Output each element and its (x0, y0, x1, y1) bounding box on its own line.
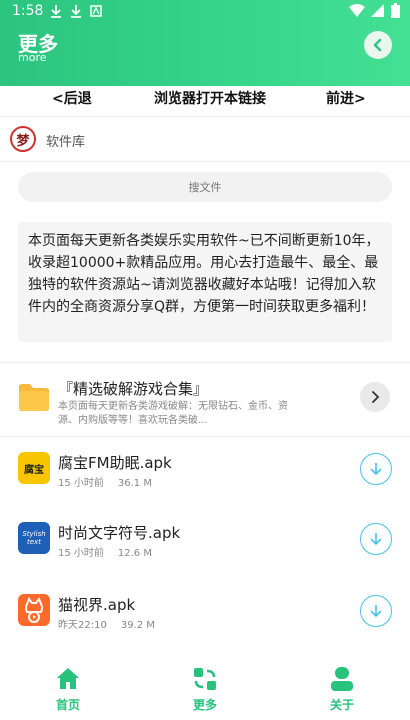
chevron-left-icon (373, 38, 382, 52)
download-notification-icon (50, 4, 62, 18)
download-notification-icon (70, 4, 82, 18)
site-row: 梦 软件库 (0, 122, 410, 158)
tab-home[interactable]: 首页 (38, 666, 98, 713)
divider (0, 436, 410, 437)
tab-about-label: 关于 (329, 698, 354, 712)
nav-back-link[interactable]: <后退 (52, 88, 92, 108)
app-icon-stylish-text: Stylish text (18, 522, 50, 554)
refresh-icon (192, 666, 218, 692)
file-time: 昨天22:10 (58, 620, 107, 631)
site-name: 软件库 (46, 135, 86, 150)
file-name: 腐宝FM助眠.apk (58, 454, 172, 472)
user-icon (329, 666, 355, 692)
app-icon-fubao: 腐宝 (18, 452, 50, 484)
file-item[interactable]: 腐宝 腐宝FM助眠.apk 15 小时前 36.1 M (0, 452, 410, 502)
tab-about[interactable]: 关于 (312, 666, 372, 713)
folder-description: 本页面每天更新各类游戏破解：无限钻石、金币、资源、内购版等等！喜欢玩各类破... (58, 401, 288, 426)
search-input[interactable]: 搜文件 (18, 172, 392, 202)
chevron-right-icon (372, 391, 380, 403)
divider (0, 116, 410, 117)
home-icon (55, 666, 81, 692)
file-name: 猫视界.apk (58, 596, 136, 614)
search-placeholder: 搜文件 (188, 181, 222, 194)
page-subtitle: more (18, 51, 47, 64)
open-in-browser-link[interactable]: 浏览器打开本链接 (154, 88, 266, 108)
app-icon-cat-vision (18, 594, 50, 626)
site-logo: 梦 (10, 126, 36, 152)
wifi-icon (349, 3, 365, 22)
divider (0, 362, 410, 363)
folder-icon (18, 382, 50, 412)
status-system-icons (349, 3, 400, 22)
file-size: 12.6 M (117, 548, 152, 559)
app-header: 1:58 更多 more (0, 0, 410, 86)
file-size: 39.2 M (120, 620, 155, 631)
notice-text: 本页面每天更新各类娱乐实用软件~已不间断更新10年，收录超10000+款精品应用… (28, 233, 380, 315)
status-notification-icons (50, 4, 102, 18)
battery-icon (391, 3, 400, 22)
back-button[interactable] (364, 31, 392, 59)
tab-more-label: 更多 (192, 698, 217, 712)
status-bar: 1:58 (0, 0, 410, 24)
notice-box: 本页面每天更新各类娱乐实用软件~已不间断更新10年，收录超10000+款精品应用… (18, 222, 392, 342)
file-name: 时尚文字符号.apk (58, 524, 181, 542)
app-notification-icon (90, 4, 102, 18)
file-size: 36.1 M (117, 478, 152, 489)
download-icon (370, 605, 382, 618)
nav-forward-link[interactable]: 前进> (326, 88, 366, 108)
file-meta: 15 小时前 12.6 M (58, 544, 152, 559)
file-meta: 昨天22:10 39.2 M (58, 616, 155, 631)
download-icon (370, 533, 382, 546)
file-time: 15 小时前 (58, 548, 104, 559)
download-button[interactable] (360, 453, 392, 485)
file-item[interactable]: Stylish text 时尚文字符号.apk 15 小时前 12.6 M (0, 522, 410, 572)
browser-nav: <后退 浏览器打开本链接 前进> (0, 86, 410, 110)
divider (0, 161, 410, 162)
file-item[interactable]: 猫视界.apk 昨天22:10 39.2 M (0, 594, 410, 644)
folder-title: 『精选破解游戏合集』 (58, 380, 209, 398)
folder-item[interactable]: 『精选破解游戏合集』 本页面每天更新各类游戏破解：无限钻石、金币、资源、内购版等… (0, 378, 410, 428)
status-time: 1:58 (12, 3, 44, 19)
signal-icon (371, 3, 385, 22)
tab-more[interactable]: 更多 (175, 666, 235, 713)
bottom-tab-bar: 首页 更多 关于 (0, 662, 410, 720)
open-folder-button[interactable] (360, 382, 390, 412)
download-button[interactable] (360, 595, 392, 627)
download-button[interactable] (360, 523, 392, 555)
download-icon (370, 463, 382, 476)
file-meta: 15 小时前 36.1 M (58, 474, 152, 489)
tab-home-label: 首页 (55, 698, 80, 712)
file-time: 15 小时前 (58, 478, 104, 489)
